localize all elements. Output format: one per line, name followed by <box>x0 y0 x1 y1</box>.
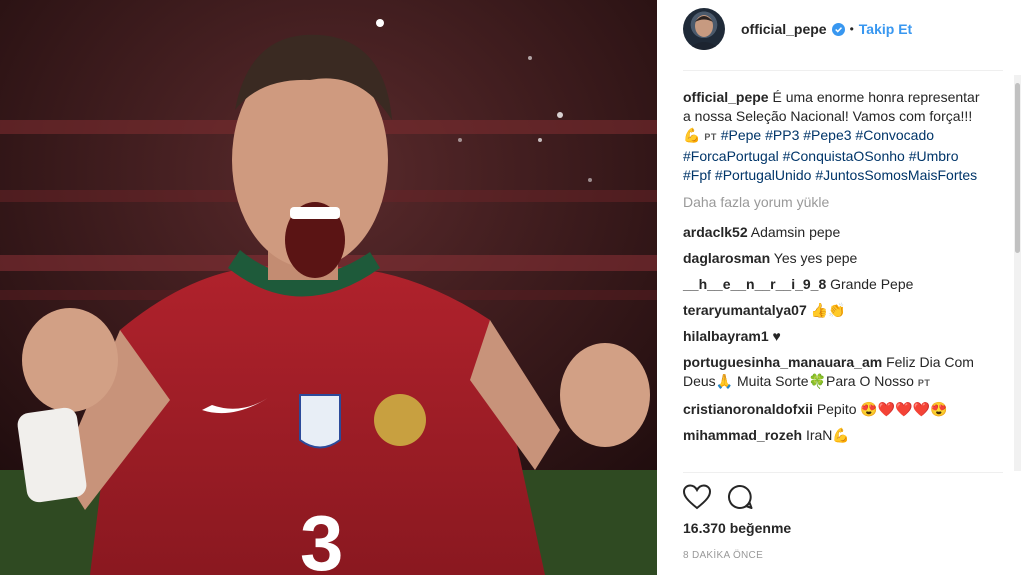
avatar[interactable] <box>683 8 725 50</box>
hashtag-link[interactable]: #ConquistaOSonho <box>783 148 905 164</box>
comment-username[interactable]: portuguesinha_manauara_am <box>683 354 882 370</box>
actions-divider <box>683 472 1003 473</box>
comment-item: ardaclk52 Adamsin pepe <box>683 223 983 242</box>
comment-bubble-icon[interactable] <box>727 484 753 510</box>
comment-username[interactable]: daglarosman <box>683 250 770 266</box>
comments-scrollbar[interactable] <box>1014 75 1021 471</box>
hashtag-link[interactable]: #PortugalUnido <box>715 167 812 183</box>
header-username[interactable]: official_pepe <box>741 21 827 37</box>
post-time: 8 DAKİKA ÖNCE <box>683 550 764 561</box>
comment-item: hilalbayram1 ♥ <box>683 327 983 346</box>
comment-text: Adamsin pepe <box>750 224 841 240</box>
jersey-number: 3 <box>300 499 343 575</box>
comment-username[interactable]: __h__e__n__r__i_9_8 <box>683 276 826 292</box>
follow-button[interactable]: Takip Et <box>859 21 912 37</box>
load-more-comments-button[interactable]: Daha fazla yorum yükle <box>683 193 983 212</box>
hashtag-link[interactable]: #PP3 <box>765 127 799 143</box>
post-photo[interactable]: 3 <box>0 0 657 575</box>
comment-text: ♥ <box>772 328 781 344</box>
comment-username[interactable]: teraryumantalya07 <box>683 302 807 318</box>
comment-item: portuguesinha_manauara_am Feliz Dia Com … <box>683 353 983 393</box>
like-heart-icon[interactable] <box>683 484 711 510</box>
hashtag-link[interactable]: #Fpf <box>683 167 711 183</box>
hashtag-link[interactable]: #ForcaPortugal <box>683 148 779 164</box>
hashtag-link[interactable]: #Pepe3 <box>803 127 851 143</box>
comment-text: Pepito 😍❤️❤️❤️😍 <box>816 401 948 417</box>
comment-item: mihammad_rozeh IraN💪 <box>683 426 983 445</box>
player-photo-illustration: 3 <box>0 0 657 575</box>
comment-item: teraryumantalya07 👍👏 <box>683 301 983 320</box>
comment-text: 👍👏 <box>810 302 846 318</box>
comment-item: cristianoronaldofxii Pepito 😍❤️❤️❤️😍 <box>683 400 983 419</box>
post-actions <box>683 484 753 510</box>
comments-list: official_pepe É uma enorme honra represe… <box>683 88 983 452</box>
comment-item: daglarosman Yes yes pepe <box>683 249 983 268</box>
comment-text: Yes yes pepe <box>773 250 858 266</box>
comment-username[interactable]: ardaclk52 <box>683 224 748 240</box>
caption-flag: PT <box>704 132 717 142</box>
comment-username[interactable]: hilalbayram1 <box>683 328 769 344</box>
comment-username[interactable]: mihammad_rozeh <box>683 427 802 443</box>
comment-username[interactable]: cristianoronaldofxii <box>683 401 813 417</box>
comment-flag: PT <box>917 378 931 388</box>
hashtag-link[interactable]: #JuntosSomosMaisFortes <box>815 167 977 183</box>
comment-text: Grande Pepe <box>830 276 914 292</box>
post-caption: official_pepe É uma enorme honra represe… <box>683 88 983 185</box>
comment-text: IraN💪 <box>805 427 850 443</box>
verified-badge-icon <box>831 22 845 36</box>
hashtag-link[interactable]: #Convocado <box>855 127 934 143</box>
hashtag-link[interactable]: #Pepe <box>721 127 761 143</box>
caption-username[interactable]: official_pepe <box>683 89 769 105</box>
header-divider <box>683 70 1003 71</box>
scrollbar-thumb[interactable] <box>1015 83 1020 253</box>
likes-count[interactable]: 16.370 beğenme <box>683 520 791 536</box>
post-sidebar: official_pepe • Takip Et official_pepe É… <box>657 0 1021 575</box>
comment-item: __h__e__n__r__i_9_8 Grande Pepe <box>683 275 983 294</box>
hashtag-link[interactable]: #Umbro <box>909 148 959 164</box>
post-header: official_pepe • Takip Et <box>683 6 912 52</box>
separator-dot: • <box>849 22 854 36</box>
